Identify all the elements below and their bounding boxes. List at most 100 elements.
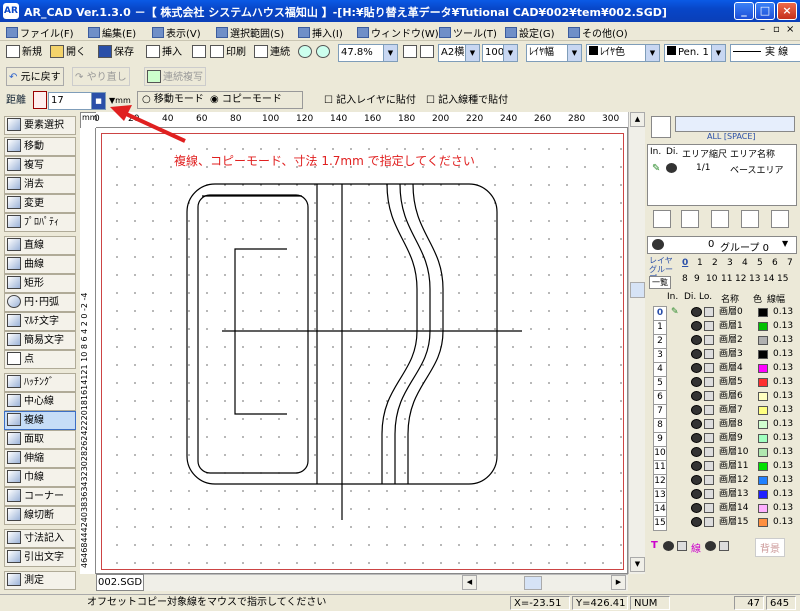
eye-icon[interactable]	[691, 503, 702, 513]
group-num-3[interactable]: 3	[727, 258, 733, 268]
tool-extend[interactable]: 伸縮	[4, 449, 76, 468]
layer-row[interactable]: 9 画層9 0.13	[651, 432, 797, 447]
eye-icon[interactable]	[691, 377, 702, 387]
tool-offset[interactable]: 複線	[4, 411, 76, 430]
eye-icon[interactable]	[663, 541, 674, 551]
tool-cut-line[interactable]: 線切断	[4, 506, 76, 525]
scroll-thumb[interactable]	[630, 282, 645, 298]
eye-icon[interactable]	[691, 461, 702, 471]
tool-circle[interactable]: 円･円弧	[4, 293, 76, 312]
lock-icon[interactable]	[704, 433, 714, 443]
scroll-up-button[interactable]: ▲	[630, 112, 645, 127]
layer-color-swatch[interactable]	[758, 434, 768, 443]
layer-row[interactable]: 0 ✎ 画層0 0.13	[651, 306, 797, 321]
eye-icon[interactable]	[691, 307, 702, 317]
layer-color-swatch[interactable]	[758, 420, 768, 429]
tool-copy[interactable]: 複写	[4, 156, 76, 175]
tool-hatching[interactable]: ﾊｯﾁﾝｸﾞ	[4, 373, 76, 392]
background-button[interactable]: 背景	[755, 538, 785, 557]
lock-icon[interactable]	[704, 489, 714, 499]
mdi-restore[interactable]: ▫	[773, 24, 780, 35]
new-button[interactable]: 新規	[4, 43, 44, 62]
menu-settings[interactable]: 設定(G)	[505, 25, 555, 40]
scroll-right-button[interactable]: ▶	[611, 575, 626, 590]
lock-icon[interactable]	[704, 517, 714, 527]
line-type-select[interactable]: 実 線	[730, 44, 800, 62]
undo-button[interactable]: ↶ 元に戻す	[6, 67, 64, 86]
grid-icon[interactable]	[651, 116, 671, 138]
layer-row[interactable]: 8 画層8 0.13	[651, 418, 797, 433]
tool-erase[interactable]: 消去	[4, 175, 76, 194]
layer-row[interactable]: 5 画層5 0.13	[651, 376, 797, 391]
scroll-down-button[interactable]: ▼	[630, 557, 645, 572]
group-num-7[interactable]: 7	[787, 258, 793, 268]
close-button[interactable]: ×	[777, 2, 797, 20]
mdi-minimize[interactable]: –	[760, 24, 765, 35]
line-toggle[interactable]: 線	[691, 540, 701, 555]
color-select[interactable]: ﾚｲﾔ色 ▼	[586, 44, 660, 62]
layer-row[interactable]: 12 画層12 0.13	[651, 474, 797, 489]
list-button[interactable]: 一覧	[649, 276, 671, 289]
tool-corner[interactable]: コーナー	[4, 487, 76, 506]
layer-color-swatch[interactable]	[758, 462, 768, 471]
distance-input[interactable]: 17 ■	[48, 92, 106, 110]
paste-linetype-checkbox[interactable]: ☐ 記入線種で貼付	[424, 91, 510, 110]
tool-measure[interactable]: 測定	[4, 571, 76, 590]
group-num-6[interactable]: 6	[772, 258, 778, 268]
group-select[interactable]: 0 グループ 0 ▼	[647, 236, 797, 254]
group-num-13[interactable]: 13	[749, 274, 760, 284]
tool-dimension[interactable]: 寸法記入	[4, 529, 76, 548]
eye-icon[interactable]	[691, 349, 702, 359]
lock-icon[interactable]	[704, 405, 714, 415]
tool-property[interactable]: ﾌﾟﾛﾊﾟﾃｨ	[4, 213, 76, 232]
area-move-icon[interactable]	[741, 210, 759, 228]
tool-centerline[interactable]: 中心線	[4, 392, 76, 411]
eye-icon[interactable]	[691, 405, 702, 415]
lock-icon[interactable]	[704, 419, 714, 429]
layer-color-swatch[interactable]	[758, 504, 768, 513]
print-preview-button[interactable]	[190, 43, 210, 62]
group-num-5[interactable]: 5	[757, 258, 763, 268]
lock-icon[interactable]	[704, 461, 714, 471]
tool-change[interactable]: 変更	[4, 194, 76, 213]
layer-color-swatch[interactable]	[758, 476, 768, 485]
paper-setup-button[interactable]	[418, 43, 438, 62]
document-tab[interactable]: 002.SGD	[96, 574, 144, 591]
scroll-left-button[interactable]: ◀	[462, 575, 477, 590]
lock-icon[interactable]	[704, 349, 714, 359]
menu-edit[interactable]: 編集(E)	[88, 25, 136, 40]
eye-icon[interactable]	[691, 517, 702, 527]
menu-file[interactable]: ファイル(F)	[6, 25, 74, 40]
horizontal-scrollbar[interactable]: ◀ ▶	[144, 574, 628, 591]
layer-color-swatch[interactable]	[758, 392, 768, 401]
open-button[interactable]: 開く	[48, 43, 88, 62]
group-num-2[interactable]: 2	[712, 258, 718, 268]
layer-color-swatch[interactable]	[758, 336, 768, 345]
group-num-14[interactable]: 14	[763, 274, 774, 284]
group-num-9[interactable]: 9	[694, 274, 700, 284]
area-delete-icon[interactable]	[771, 210, 789, 228]
eye-icon[interactable]	[691, 489, 702, 499]
tool-rect[interactable]: 矩形	[4, 274, 76, 293]
zoom-select[interactable]: 47.8% ▼	[338, 44, 398, 62]
lock-icon[interactable]	[719, 541, 729, 551]
layer-color-swatch[interactable]	[758, 378, 768, 387]
tool-line[interactable]: 直線	[4, 236, 76, 255]
continuous-print-button[interactable]: 連続	[252, 43, 292, 62]
save-button[interactable]: 保存	[96, 43, 136, 62]
layer-row[interactable]: 15 画層15 0.13	[651, 516, 797, 531]
menu-insert[interactable]: 挿入(I)	[298, 25, 343, 40]
title-bar[interactable]: AR AR_CAD Ver.1.3.0 －【 株式会社 システムハウス福知山 】…	[0, 0, 800, 22]
zoom-in-button[interactable]	[296, 43, 316, 62]
group-num-0[interactable]: 0	[682, 258, 688, 268]
lock-icon[interactable]	[704, 391, 714, 401]
eye-icon[interactable]	[691, 363, 702, 373]
area-edit-icon[interactable]	[711, 210, 729, 228]
eye-icon[interactable]	[691, 391, 702, 401]
layer-row[interactable]: 13 画層13 0.13	[651, 488, 797, 503]
eye-icon[interactable]	[691, 321, 702, 331]
lock-icon[interactable]	[704, 321, 714, 331]
lock-icon[interactable]	[704, 363, 714, 373]
repeat-copy-button[interactable]: 連続複写	[144, 67, 206, 86]
lock-icon[interactable]	[677, 541, 687, 551]
